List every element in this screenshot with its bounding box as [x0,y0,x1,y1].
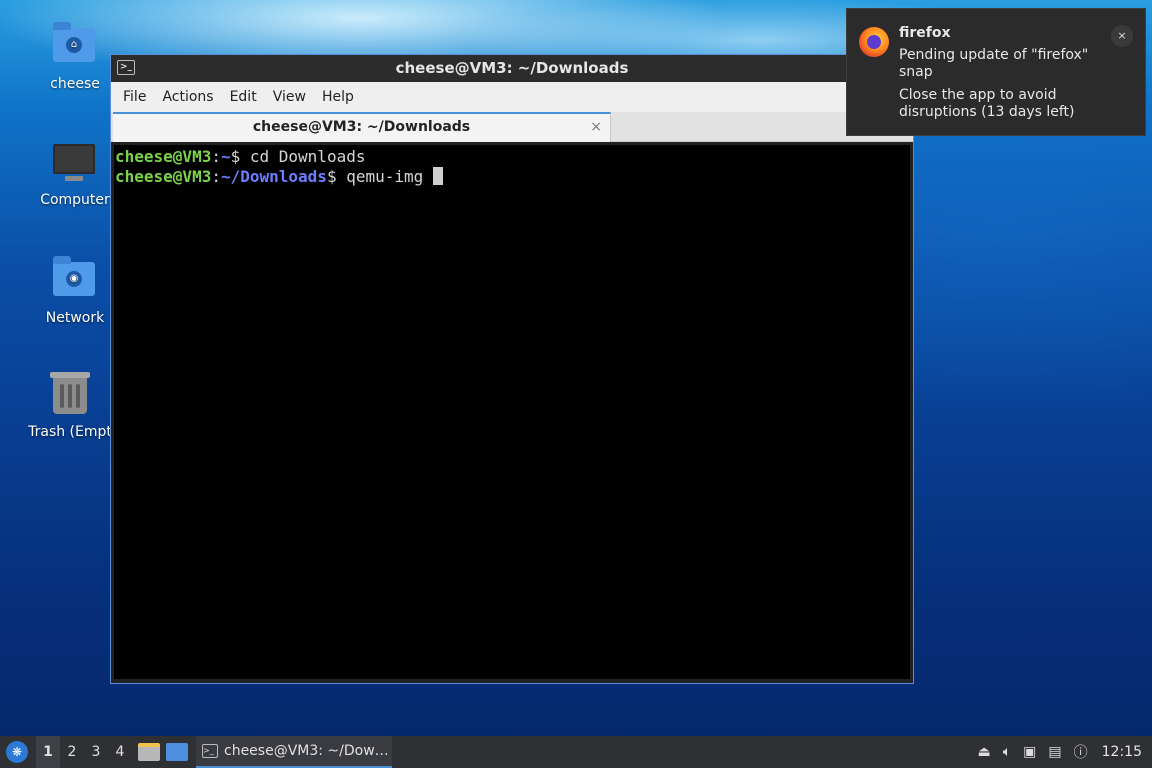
clock[interactable]: 12:15 [1102,744,1142,760]
terminal-icon: >_ [117,60,135,75]
desktop-icon-trash[interactable]: Trash (Empt [20,372,120,440]
notification-text: Pending update of "firefox" snap [899,47,1089,80]
workspace-4[interactable]: 4 [108,736,132,768]
command-text: cd Downloads [249,147,366,166]
computer-icon [53,144,97,188]
menu-bar: File Actions Edit View Help [111,82,913,112]
window-titlebar[interactable]: >_ cheese@VM3: ~/Downloads [111,55,913,82]
notification-body: Pending update of "firefox" snap Close t… [899,47,1099,127]
volume-icon[interactable]: 🔈︎ [1003,744,1011,760]
file-manager-icon[interactable] [138,743,160,761]
app-menu-icon[interactable]: ❋ [6,741,28,763]
taskbar-task-terminal[interactable]: >_ cheese@VM3: ~/Dow… [196,736,392,768]
menu-help[interactable]: Help [314,82,362,112]
task-label: cheese@VM3: ~/Dow… [224,743,389,759]
show-desktop-icon[interactable] [166,743,188,761]
text-cursor [432,167,443,185]
window-title: cheese@VM3: ~/Downloads [395,59,629,77]
prompt-user: cheese@VM3 [115,167,212,186]
terminal-window[interactable]: >_ cheese@VM3: ~/Downloads File Actions … [110,54,914,684]
network-folder-icon: ◉ [53,256,97,306]
terminal-line: cheese@VM3:~$ cd Downloads [115,147,910,167]
update-notifier-icon[interactable]: ⓘ [1074,742,1088,762]
network-icon[interactable]: ▣ [1023,744,1036,760]
desktop-icon-label: Trash (Empt [28,424,112,440]
command-text: qemu-img [346,167,433,186]
menu-edit[interactable]: Edit [222,82,265,112]
prompt-user: cheese@VM3 [115,147,212,166]
notification-title: firefox [899,25,951,41]
prompt-separator: : [211,167,221,186]
prompt-symbol: $ [230,147,250,166]
terminal-output[interactable]: cheese@VM3:~$ cd Downloads cheese@VM3:~/D… [114,145,910,679]
close-icon[interactable]: × [590,114,602,140]
workspace-1[interactable]: 1 [36,736,60,768]
terminal-line: cheese@VM3:~/Downloads$ qemu-img [115,167,910,187]
prompt-path: ~/Downloads [220,167,327,186]
menu-actions[interactable]: Actions [154,82,221,112]
menu-view[interactable]: View [265,82,314,112]
prompt-path: ~ [220,147,231,166]
eject-icon[interactable]: ⏏ [978,744,991,760]
workspace-2[interactable]: 2 [60,736,84,768]
close-icon[interactable]: × [1111,25,1133,47]
prompt-symbol: $ [326,167,347,186]
workspace-3[interactable]: 3 [84,736,108,768]
tab-terminal[interactable]: cheese@VM3: ~/Downloads × [113,112,611,142]
notification-text: Close the app to avoid disruptions (13 d… [899,87,1075,120]
tab-label: cheese@VM3: ~/Downloads [252,119,471,135]
menu-file[interactable]: File [115,82,154,112]
taskbar: ❋ 1 2 3 4 >_ cheese@VM3: ~/Dow… ⏏ 🔈︎ ▣ ▤… [0,736,1152,768]
trash-icon [48,372,92,420]
firefox-icon [859,27,889,57]
notification-popup[interactable]: firefox × Pending update of "firefox" sn… [846,8,1146,136]
prompt-separator: : [211,147,221,166]
system-tray: ⏏ 🔈︎ ▣ ▤ ⓘ 12:15 [972,742,1152,762]
home-folder-icon: ⌂ [53,22,97,72]
terminal-icon: >_ [202,744,218,758]
clipboard-icon[interactable]: ▤ [1048,744,1061,760]
tab-bar: cheese@VM3: ~/Downloads × [111,112,913,142]
